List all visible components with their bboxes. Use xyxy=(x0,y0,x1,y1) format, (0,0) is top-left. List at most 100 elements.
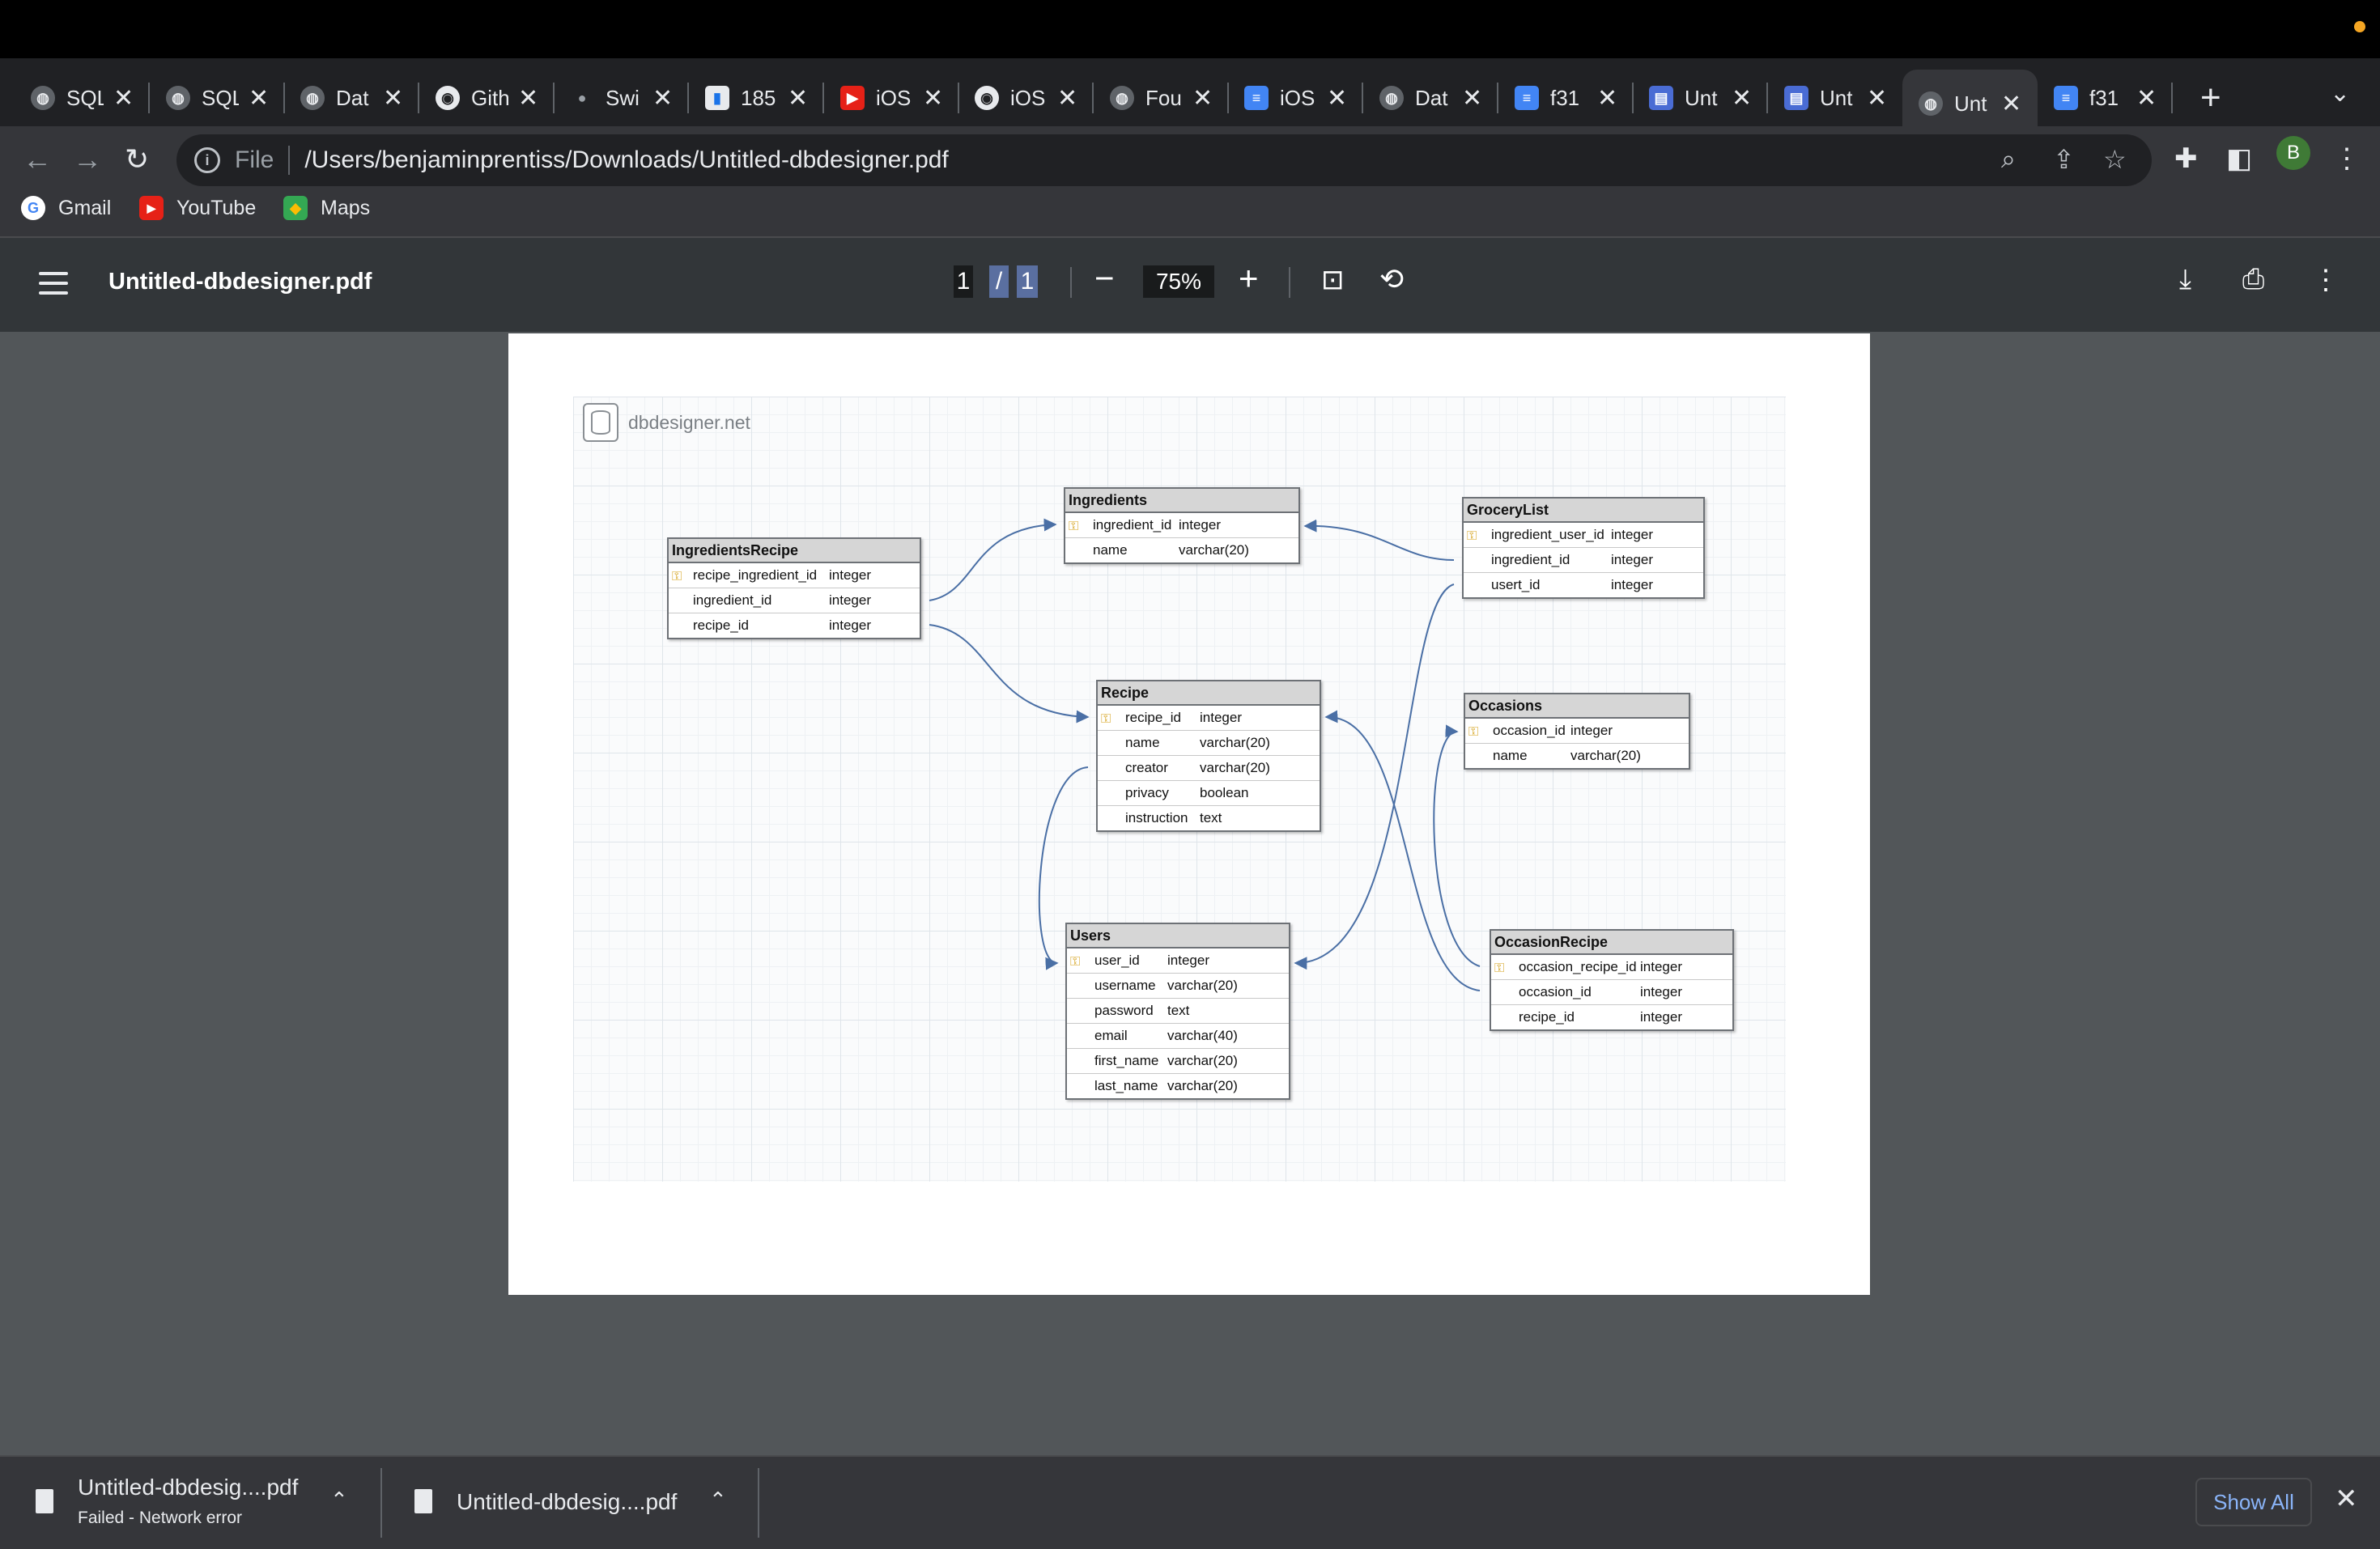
close-tab-icon[interactable]: ✕ xyxy=(1327,84,1347,112)
close-tab-icon[interactable]: ✕ xyxy=(1732,84,1752,112)
zoom-lens-icon[interactable]: ⌕ xyxy=(2001,144,2016,175)
address-bar[interactable]: i File /Users/benjaminprentiss/Downloads… xyxy=(176,134,2152,186)
column-row[interactable]: recipe_id integer xyxy=(669,613,920,638)
table-ingredientsrecipe[interactable]: IngredientsRecipe ⚿ recipe_ingredient_id in… xyxy=(667,537,921,639)
tab-10[interactable]: ◍ Dat ✕ xyxy=(1363,70,1498,126)
column-row[interactable]: ⚿ recipe_id integer xyxy=(1098,706,1320,731)
close-tab-icon[interactable]: ✕ xyxy=(383,84,403,112)
column-row[interactable]: occasion_id integer xyxy=(1491,980,1732,1005)
url-text[interactable]: /Users/benjaminprentiss/Downloads/Untitl… xyxy=(304,146,948,174)
column-row[interactable]: first_name varchar(20) xyxy=(1067,1049,1289,1074)
tab-11[interactable]: ≡ f31 ✕ xyxy=(1498,70,1634,126)
download-item[interactable]: Untitled-dbdesig....pdf ⌃ xyxy=(382,1457,759,1549)
table-users[interactable]: Users ⚿ user_id integer username varchar(20) p… xyxy=(1065,923,1290,1100)
extensions-icon[interactable]: ✚ xyxy=(2174,142,2198,175)
tab-0[interactable]: ◍ SQL ✕ xyxy=(15,70,150,126)
reload-button[interactable]: ↻ xyxy=(125,142,149,176)
chevron-up-icon[interactable]: ⌃ xyxy=(709,1487,727,1513)
column-row[interactable]: privacy boolean xyxy=(1098,781,1320,806)
tab-title: Unt xyxy=(1820,85,1853,110)
column-row[interactable]: ingredient_id integer xyxy=(1464,548,1703,573)
show-all-downloads-button[interactable]: Show All xyxy=(2195,1478,2312,1526)
tab-12[interactable]: ▤ Unt ✕ xyxy=(1633,70,1768,126)
tab-9[interactable]: ≡ iOS ✕ xyxy=(1228,70,1363,126)
close-tab-icon[interactable]: ✕ xyxy=(923,84,943,112)
column-row[interactable]: ⚿ ingredient_user_id integer xyxy=(1464,523,1703,548)
close-tab-icon[interactable]: ✕ xyxy=(1867,84,1887,112)
zoom-level-input[interactable]: 75% xyxy=(1143,265,1214,298)
tab-4[interactable]: ● Swi ✕ xyxy=(554,70,689,126)
tab-6[interactable]: ▶ iOS ✕ xyxy=(824,70,959,126)
close-tab-icon[interactable]: ✕ xyxy=(113,84,134,112)
tab-7[interactable]: ◉ iOS ✕ xyxy=(958,70,1094,126)
column-row[interactable]: last_name varchar(20) xyxy=(1067,1074,1289,1098)
close-tab-icon[interactable]: ✕ xyxy=(1462,84,1482,112)
table-recipe[interactable]: Recipe ⚿ recipe_id integer name varchar(20) cr… xyxy=(1096,680,1321,832)
column-row[interactable]: ingredient_id integer xyxy=(669,588,920,613)
close-tab-icon[interactable]: ✕ xyxy=(2001,90,2021,118)
column-row[interactable]: ⚿ recipe_ingredient_id integer xyxy=(669,563,920,588)
print-icon[interactable]: ⎙ xyxy=(2242,264,2264,295)
column-row[interactable]: ⚿ user_id integer xyxy=(1067,948,1289,974)
tab-search-chevron-icon[interactable]: ⌄ xyxy=(2330,79,2350,108)
close-tab-icon[interactable]: ✕ xyxy=(788,84,808,112)
menu-icon[interactable] xyxy=(39,272,68,301)
tab-1[interactable]: ◍ SQL ✕ xyxy=(150,70,285,126)
zoom-in-button[interactable]: + xyxy=(1239,259,1259,298)
tab-13[interactable]: ▤ Unt ✕ xyxy=(1768,70,1903,126)
close-tab-icon[interactable]: ✕ xyxy=(249,84,269,112)
column-type: varchar(20) xyxy=(1167,1053,1238,1068)
new-tab-button[interactable]: + xyxy=(2200,78,2221,118)
more-options-icon[interactable]: ⋮ xyxy=(2312,264,2340,296)
close-tab-icon[interactable]: ✕ xyxy=(2136,84,2157,112)
docs-icon: ≡ xyxy=(1244,86,1269,110)
close-tab-icon[interactable]: ✕ xyxy=(1057,84,1077,112)
column-row[interactable]: email varchar(40) xyxy=(1067,1024,1289,1049)
bookmark-youtube[interactable]: ▶ YouTube xyxy=(139,196,256,220)
forward-button[interactable]: → xyxy=(73,142,102,176)
bookmark-maps[interactable]: ◆ Maps xyxy=(283,196,370,220)
column-row[interactable]: recipe_id integer xyxy=(1491,1005,1732,1029)
column-row[interactable]: password text xyxy=(1067,999,1289,1024)
profile-avatar[interactable]: B xyxy=(2276,136,2310,170)
site-info-icon[interactable]: i xyxy=(194,147,220,173)
column-row[interactable]: instruction text xyxy=(1098,806,1320,830)
back-button[interactable]: ← xyxy=(23,142,52,176)
tab-8[interactable]: ◍ Fou ✕ xyxy=(1094,70,1229,126)
bookmarks-bar: G Gmail ▶ YouTube ◆ Maps xyxy=(0,191,2380,238)
column-row[interactable]: usert_id integer xyxy=(1464,573,1703,597)
close-tab-icon[interactable]: ✕ xyxy=(652,84,673,112)
download-item[interactable]: Untitled-dbdesig....pdf Failed - Network… xyxy=(0,1457,382,1549)
tab-15[interactable]: ≡ f31 ✕ xyxy=(2038,70,2173,126)
table-occasions[interactable]: Occasions ⚿ occasion_id integer name varchar(… xyxy=(1464,693,1690,770)
page-number-input[interactable]: 1 xyxy=(954,265,973,298)
zoom-out-button[interactable]: − xyxy=(1094,259,1115,298)
table-grocerylist[interactable]: GroceryList ⚿ ingredient_user_id integer ing… xyxy=(1462,497,1705,599)
column-row[interactable]: name varchar(20) xyxy=(1065,538,1298,562)
column-row[interactable]: ⚿ occasion_recipe_id integer xyxy=(1491,955,1732,980)
bookmark-star-icon[interactable]: ☆ xyxy=(2103,144,2127,175)
bookmark-gmail[interactable]: G Gmail xyxy=(21,196,111,220)
column-row[interactable]: username varchar(20) xyxy=(1067,974,1289,999)
close-shelf-icon[interactable]: ✕ xyxy=(2335,1483,2358,1515)
close-tab-icon[interactable]: ✕ xyxy=(1597,84,1617,112)
tab-2[interactable]: ◍ Dat ✕ xyxy=(284,70,419,126)
browser-menu-icon[interactable]: ⋮ xyxy=(2333,142,2361,175)
column-row[interactable]: ⚿ ingredient_id integer xyxy=(1065,513,1298,538)
share-icon[interactable]: ⇪ xyxy=(2053,144,2075,175)
fit-page-icon[interactable]: ⊡ xyxy=(1321,264,1345,296)
tab-3[interactable]: ◉ Gith ✕ xyxy=(419,70,555,126)
table-occasionrecipe[interactable]: OccasionRecipe ⚿ occasion_recipe_id integer… xyxy=(1490,929,1734,1031)
rotate-icon[interactable]: ⟲ xyxy=(1379,262,1404,296)
chevron-up-icon[interactable]: ⌃ xyxy=(330,1487,348,1513)
close-tab-icon[interactable]: ✕ xyxy=(518,84,538,112)
column-row[interactable]: creator varchar(20) xyxy=(1098,756,1320,781)
column-row[interactable]: ⚿ occasion_id integer xyxy=(1465,719,1689,744)
download-icon[interactable]: ⤓ xyxy=(2179,264,2191,295)
table-ingredients[interactable]: Ingredients ⚿ ingredient_id integer name varc… xyxy=(1064,487,1300,564)
close-tab-icon[interactable]: ✕ xyxy=(1192,84,1213,112)
column-row[interactable]: name varchar(20) xyxy=(1098,731,1320,756)
column-row[interactable]: name varchar(20) xyxy=(1465,744,1689,768)
side-panel-icon[interactable]: ◧ xyxy=(2226,142,2252,175)
tab-5[interactable]: ▮ 185 ✕ xyxy=(689,70,824,126)
